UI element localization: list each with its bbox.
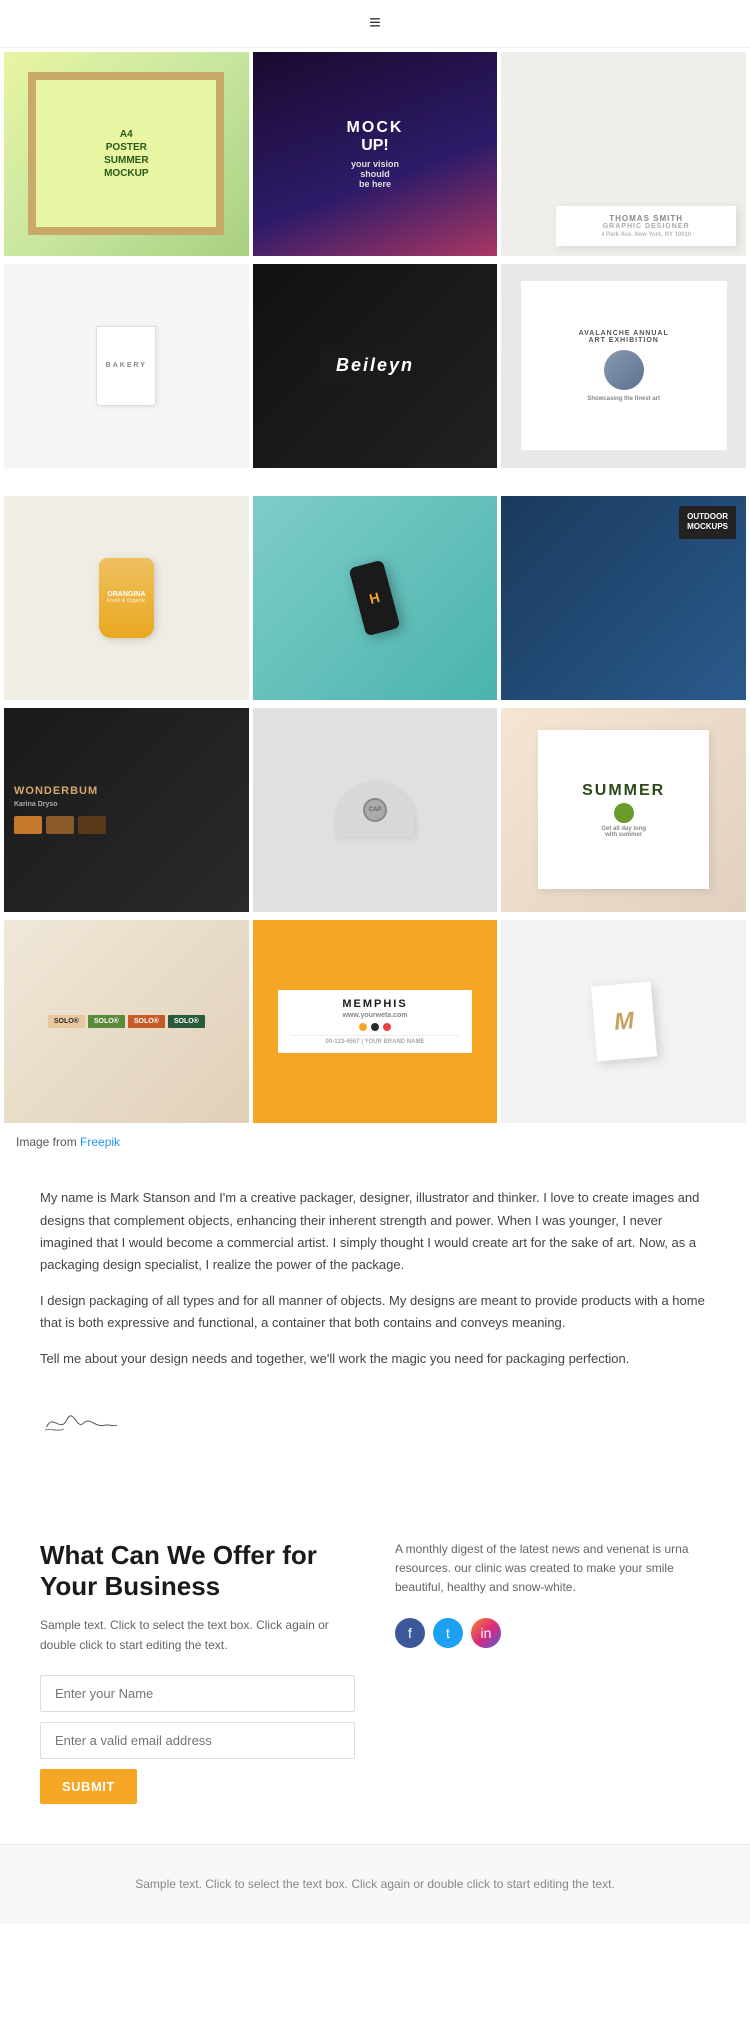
business-desc: Sample text. Click to select the text bo…	[40, 1616, 355, 1654]
gallery-row-4: WONDERBUM Karina Dryso CAP	[0, 704, 750, 916]
about-section: My name is Mark Stanson and I'm a creati…	[0, 1157, 750, 1500]
gallery-item-phone[interactable]: H	[253, 496, 498, 700]
facebook-icon[interactable]: f	[395, 1618, 425, 1648]
twitter-icon[interactable]: t	[433, 1618, 463, 1648]
gallery-item-outdoor[interactable]: OUTDOORMOCKUPS	[501, 496, 746, 700]
gallery-item-business-card[interactable]: THOMAS SMITH GRAPHIC DESIGNER 4 Park Ave…	[501, 52, 746, 256]
gallery-item-bag[interactable]: BAKERY	[4, 264, 249, 468]
gallery-item-m-card[interactable]: M	[501, 920, 746, 1124]
instagram-icon[interactable]: in	[471, 1618, 501, 1648]
menu-icon[interactable]: ≡	[369, 12, 381, 35]
about-paragraph-3: Tell me about your design needs and toge…	[40, 1348, 710, 1370]
gallery-item-orangina[interactable]: ORANGINA Fresh & Organic	[4, 496, 249, 700]
freepik-link[interactable]: Freepik	[80, 1135, 120, 1149]
footer-text: Sample text. Click to select the text bo…	[40, 1875, 710, 1894]
gallery-item-art-exhibition[interactable]: AVALANCHE ANNUALART EXHIBITION Showcasin…	[501, 264, 746, 468]
gallery-item-poster[interactable]: A4POSTERSUMMERMOCKUP	[4, 52, 249, 256]
signature-icon	[40, 1395, 120, 1445]
gallery-item-cap[interactable]: CAP	[253, 708, 498, 912]
gallery-row-5: SOLO® SOLO® SOLO® SOLO® MEMPHIS www.your…	[0, 916, 750, 1128]
gallery-section: A4POSTERSUMMERMOCKUP MOCK UP! your visio…	[0, 48, 750, 1127]
social-icons: f t in	[395, 1618, 710, 1648]
gallery-row-1: A4POSTERSUMMERMOCKUP MOCK UP! your visio…	[0, 48, 750, 260]
business-section: What Can We Offer for Your Business Samp…	[0, 1500, 750, 1844]
gallery-item-summer-poster[interactable]: SUMMER Get all day longwith summer	[501, 708, 746, 912]
business-left: What Can We Offer for Your Business Samp…	[40, 1540, 355, 1804]
attribution: Image from Freepik	[0, 1127, 750, 1157]
business-title: What Can We Offer for Your Business	[40, 1540, 355, 1602]
gallery-item-signage[interactable]: Beileyn	[253, 264, 498, 468]
submit-button[interactable]: SUBMIT	[40, 1769, 137, 1804]
about-paragraph-1: My name is Mark Stanson and I'm a creati…	[40, 1187, 710, 1275]
about-paragraph-2: I design packaging of all types and for …	[40, 1290, 710, 1334]
right-text: A monthly digest of the latest news and …	[395, 1540, 710, 1598]
gallery-row-2: BAKERY Beileyn AVALANCHE ANNUALART EXHIB…	[0, 260, 750, 472]
footer: Sample text. Click to select the text bo…	[0, 1844, 750, 1924]
gallery-gap	[0, 472, 750, 492]
header: ≡	[0, 0, 750, 48]
name-input[interactable]	[40, 1675, 355, 1712]
email-input[interactable]	[40, 1722, 355, 1759]
gallery-item-wonderbum[interactable]: WONDERBUM Karina Dryso	[4, 708, 249, 912]
gallery-item-memphis[interactable]: MEMPHIS www.yourweta.com 00-123-4567 | Y…	[253, 920, 498, 1124]
gallery-row-3: ORANGINA Fresh & Organic H OUTDOORMOCKUP…	[0, 492, 750, 704]
gallery-item-solo[interactable]: SOLO® SOLO® SOLO® SOLO®	[4, 920, 249, 1124]
signature	[40, 1390, 710, 1450]
business-right: A monthly digest of the latest news and …	[395, 1540, 710, 1804]
gallery-item-billboard[interactable]: MOCK UP! your visionshouldbe here	[253, 52, 498, 256]
